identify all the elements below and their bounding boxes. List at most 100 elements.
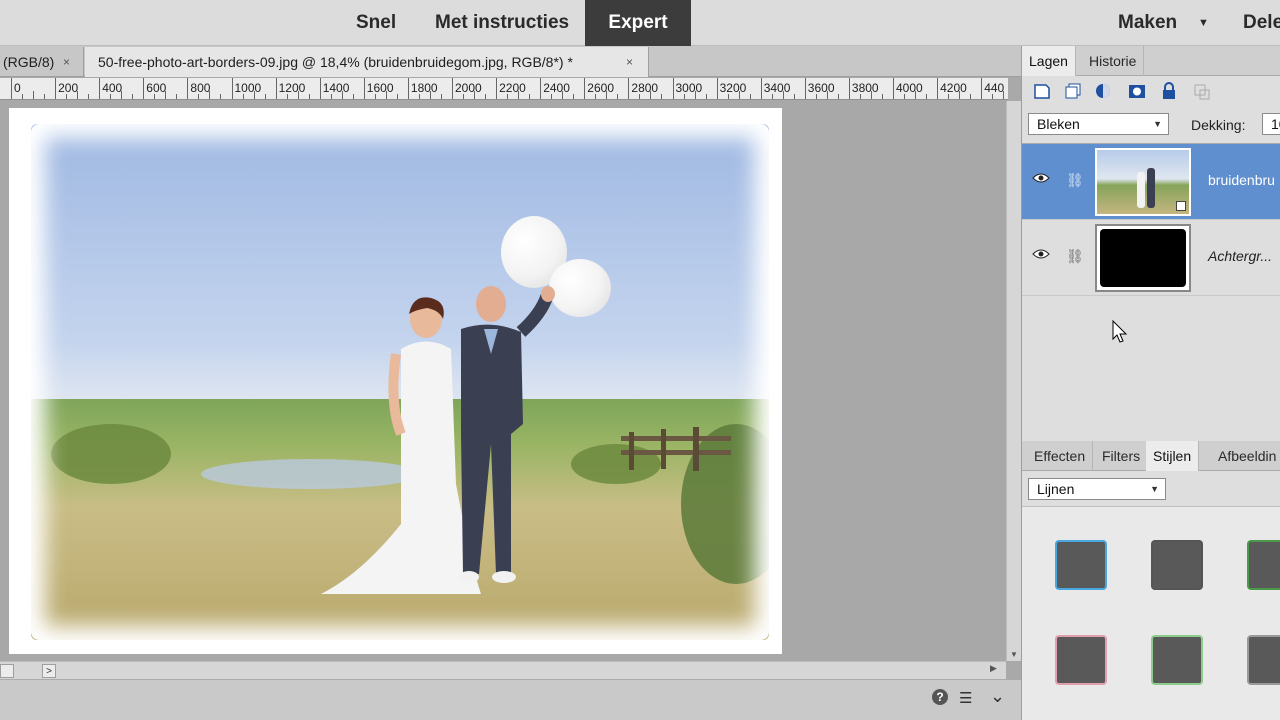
maken-chevron-icon[interactable]: ▼ [1198,0,1209,46]
style-category-value: Lijnen [1037,481,1075,497]
vertical-scrollbar[interactable]: ▼ [1006,101,1021,661]
document-tab-2[interactable]: 50-free-photo-art-borders-09.jpg @ 18,4%… [85,47,649,77]
opacity-value: 10 [1271,116,1280,132]
ruler-minor-tick [562,91,564,99]
eye-icon[interactable] [1032,172,1050,184]
document-tab-bar: (RGB/8) × 50-free-photo-art-borders-09.j… [0,46,1021,77]
close-icon[interactable]: × [63,47,70,77]
tab-lagen[interactable]: Lagen [1022,46,1076,76]
link-icon[interactable]: ⛓ [1066,248,1084,265]
scroll-right-button[interactable]: > [42,664,56,678]
ruler-minor-tick [837,94,839,99]
scroll-left-icon[interactable] [0,664,14,678]
scroll-right-icon[interactable]: ▶ [990,663,997,674]
blend-mode-select[interactable]: Bleken ▼ [1028,113,1169,135]
ruler-minor-tick [518,91,520,99]
lock-transparency-icon[interactable] [1192,82,1212,100]
new-group-icon[interactable] [1063,82,1083,100]
layer-row-bruidenbruidegom[interactable]: ⛓ bruidenbru [1022,144,1280,220]
ruler-label: 1000 [234,81,262,95]
style-swatch[interactable] [1057,637,1105,683]
opacity-input[interactable]: 10 [1262,113,1280,135]
layer-thumbnail [1095,224,1191,292]
ruler-label: 2200 [499,81,526,95]
ruler-major-tick [804,78,806,99]
new-layer-icon[interactable] [1032,82,1052,100]
layer-thumbnail [1095,148,1191,216]
ruler-minor-tick [573,94,575,99]
wedding-photo [31,124,769,640]
ruler-major-tick [496,78,498,99]
delen-menu[interactable]: Dele [1243,0,1280,46]
ruler-minor-tick [429,91,431,99]
ruler-minor-tick [198,94,200,99]
ruler-minor-tick [77,91,79,99]
ruler-minor-tick [253,91,255,99]
canvas-area[interactable] [0,101,1006,661]
ruler-minor-tick [330,94,332,99]
ruler-minor-tick [650,91,652,99]
scroll-down-icon[interactable]: ▼ [1010,650,1018,659]
ruler-minor-tick [727,94,729,99]
ruler-minor-tick [396,94,398,99]
blend-mode-value: Bleken [1037,116,1080,132]
style-category-select[interactable]: Lijnen ▼ [1028,478,1166,500]
maken-menu[interactable]: Maken [1118,0,1177,46]
eye-icon[interactable] [1032,248,1050,260]
style-swatch[interactable] [1153,542,1201,588]
tab-stijlen[interactable]: Stijlen [1146,441,1200,471]
close-icon[interactable]: × [626,47,633,77]
ruler-label: 4000 [896,81,923,95]
tab-afbeeldingen[interactable]: Afbeeldin [1211,441,1280,471]
ruler-label: 2800 [631,81,659,95]
ruler-minor-tick [705,94,707,99]
style-swatch-grid [1022,506,1280,720]
tab-effecten[interactable]: Effecten [1027,441,1094,471]
document-image[interactable] [9,108,782,654]
layer-mask-icon[interactable] [1127,82,1147,100]
tab-filters[interactable]: Filters [1095,441,1149,471]
opacity-label: Dekking: [1191,117,1246,133]
style-swatch[interactable] [1249,542,1280,588]
ruler-minor-tick [88,94,90,99]
ruler-minor-tick [463,94,465,99]
layer-tools [1022,76,1280,106]
tab-historie[interactable]: Historie [1082,46,1145,76]
ruler-minor-tick [33,91,35,99]
layer-name[interactable]: Achtergr... [1208,248,1272,264]
style-swatch[interactable] [1249,637,1280,683]
list-options-icon[interactable]: ☰ [959,689,972,707]
ruler-major-tick [848,78,850,99]
ruler-minor-tick [551,94,553,99]
mode-snel[interactable]: Snel [356,0,396,46]
ruler-major-tick [407,78,409,99]
panel-tab-bar: Lagen Historie [1022,46,1280,76]
ruler-minor-tick [176,94,178,99]
lock-icon[interactable] [1159,82,1179,100]
bush [51,424,171,484]
ruler-minor-tick [749,94,751,99]
horizontal-scrollbar[interactable]: > ▶ [0,661,1006,679]
ruler-minor-tick [154,94,156,99]
adjustment-layer-icon[interactable] [1094,82,1114,100]
mode-expert[interactable]: Expert [585,0,691,46]
ruler-label: 3000 [675,81,703,95]
link-icon[interactable]: ⛓ [1066,172,1084,189]
style-swatch[interactable] [1057,542,1105,588]
help-icon[interactable]: ? [932,689,948,705]
ruler-minor-tick [242,94,244,99]
ruler-label: 3200 [719,81,747,95]
mode-met-instructies[interactable]: Met instructies [435,0,569,46]
document-tab-1[interactable]: (RGB/8) × [0,47,84,77]
layers-panel: Lagen Historie Bleken ▼ Dekking: 10 ⛓ br… [1021,46,1280,720]
ruler-label: 200 [58,81,79,95]
ruler-minor-tick [595,94,597,99]
smart-object-icon [1176,201,1186,211]
chevron-down-icon[interactable]: ⌄ [990,686,1005,707]
layer-name[interactable]: bruidenbru [1208,172,1275,188]
ruler-major-tick [143,78,145,99]
style-swatch[interactable] [1153,637,1201,683]
ruler-minor-tick [341,91,343,99]
layer-row-achtergrond[interactable]: ⛓ Achtergr... [1022,220,1280,296]
ruler-major-tick [275,78,277,99]
